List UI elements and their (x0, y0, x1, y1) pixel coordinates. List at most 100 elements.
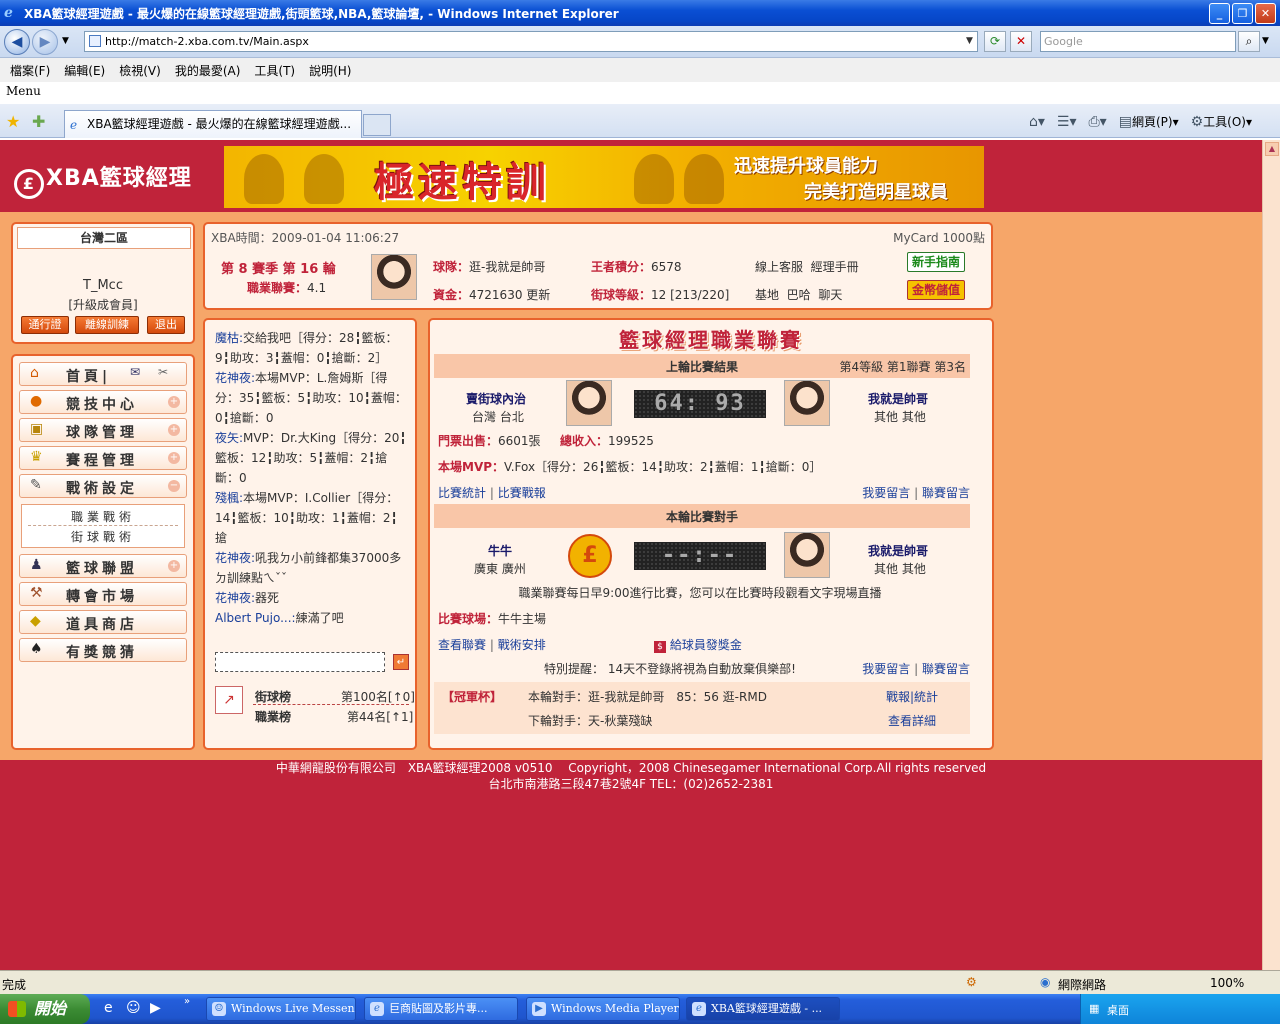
search-input[interactable]: Google (1040, 31, 1236, 52)
collapse-icon[interactable]: − (168, 480, 180, 492)
expand-icon[interactable]: + (168, 396, 180, 408)
match-stats-link[interactable]: 比賽統計 (438, 486, 486, 500)
maximize-button[interactable]: ❐ (1232, 2, 1253, 24)
next-away-team[interactable]: 我就是帥哥 (868, 542, 928, 559)
home-icon[interactable]: ⌂▾ (1029, 114, 1045, 130)
manual-link[interactable]: 經理手冊 (811, 260, 859, 274)
add-favorite-icon[interactable]: ✚ (32, 112, 45, 131)
submenu-pro-tactics[interactable]: 職業戰術 (22, 508, 184, 525)
bahamut-link[interactable]: 巴哈 (787, 288, 811, 302)
tab-xba[interactable]: e XBA籃球經理遊戲 - 最火爆的在線籃球經理遊戲... (64, 110, 362, 138)
search-icon[interactable]: ⌕ (1238, 31, 1260, 52)
taskbar-item-forum[interactable]: e 巨商貼圖及影片專... (364, 997, 518, 1021)
leave-message-link[interactable]: 我要留言 (862, 662, 910, 676)
chat-link[interactable]: 聊天 (818, 288, 842, 302)
menu-tools[interactable]: 工具(T) (254, 62, 295, 79)
taskbar-item-messenger[interactable]: ☺ Windows Live Messen... (206, 997, 356, 1021)
team-logo-icon[interactable]: £ (568, 534, 612, 578)
gold-topup-button[interactable]: 金幣儲值 (907, 280, 965, 300)
list-item[interactable]: 夜矢:MVP：Dr.大King［得分：20╏籃板：12╏助攻：5╏蓋帽：2╏搶斷… (215, 431, 407, 485)
expand-icon[interactable]: + (168, 452, 180, 464)
list-item[interactable]: 花神夜:本場MVP：L.詹姆斯［得分：35╏籃板：5╏助攻：10╏蓋帽：0╏搶斷… (215, 371, 407, 425)
refresh-icon[interactable]: ⟳ (984, 31, 1006, 52)
minimize-button[interactable]: _ (1209, 2, 1230, 24)
last-home-team[interactable]: 賣街球內治 (466, 390, 526, 407)
beginner-guide-button[interactable]: 新手指南 (907, 252, 965, 272)
banner-ad[interactable]: 極速特訓 迅速提升球員能力 完美打造明星球員 (224, 146, 984, 208)
taskbar-item-xba[interactable]: e XBA籃球經理遊戲 - ... (686, 997, 840, 1021)
street-rank-label[interactable]: 街球榜 (255, 688, 291, 705)
messenger-quicklaunch-icon[interactable]: ☺ (126, 1000, 141, 1016)
expand-icon[interactable]: + (168, 424, 180, 436)
leave-message-link[interactable]: 我要留言 (862, 486, 910, 500)
address-input[interactable]: http://match-2.xba.com.tv/Main.aspx (84, 31, 978, 52)
sidebar-item-team[interactable]: ▣ 球隊管理 + (19, 418, 187, 442)
upgrade-link[interactable]: [升級成會員] (13, 296, 193, 313)
league-message-link[interactable]: 聯賽留言 (922, 486, 970, 500)
tools-icon[interactable]: ✂ (158, 365, 168, 379)
sidebar-item-home[interactable]: ⌂ 首頁| ✉ ✂ (19, 362, 187, 386)
away-team-avatar[interactable] (784, 380, 830, 426)
away-team-avatar[interactable] (784, 532, 830, 578)
sidebar-item-shop[interactable]: ◆ 道具商店 (19, 610, 187, 634)
sidebar-item-tactics[interactable]: ✎ 戰術設定 − (19, 474, 187, 498)
feeds-icon[interactable]: ☰▾ (1057, 114, 1077, 130)
taskbar-item-mediaplayer[interactable]: ▶ Windows Media Player (526, 997, 680, 1021)
print-icon[interactable]: ⎙▾ (1088, 114, 1106, 130)
back-button[interactable]: ◀ (4, 29, 30, 55)
page-menu[interactable]: ▤網頁(P)▾ (1119, 113, 1179, 130)
desktop-toolbar-label[interactable]: 桌面 (1107, 1002, 1129, 1018)
start-button[interactable]: 開始 (0, 994, 90, 1024)
stop-icon[interactable]: ✕ (1010, 31, 1032, 52)
match-report-link[interactable]: 比賽戰報 (498, 486, 546, 500)
menu-edit[interactable]: 編輯(E) (64, 62, 105, 79)
sidebar-item-arena[interactable]: ● 競技中心 + (19, 390, 187, 414)
tools-menu[interactable]: ⚙工具(O)▾ (1191, 113, 1252, 130)
next-home-team[interactable]: 牛牛 (488, 542, 512, 559)
security-icon[interactable]: ⚙ (966, 975, 977, 989)
logout-button[interactable]: 退出 (147, 316, 185, 334)
menu-file[interactable]: 檔案(F) (10, 62, 50, 79)
scroll-up-icon[interactable]: ▲ (1265, 142, 1279, 156)
history-dropdown-icon[interactable]: ▼ (62, 36, 69, 46)
mediaplayer-quicklaunch-icon[interactable]: ▶ (150, 1000, 161, 1016)
expand-icon[interactable]: + (168, 560, 180, 572)
list-item[interactable]: 花神夜:器死 (215, 591, 279, 605)
refresh-link[interactable]: 更新 (526, 288, 550, 302)
favorites-star-icon[interactable]: ★ (6, 112, 20, 131)
ie-quicklaunch-icon[interactable]: e (104, 1000, 113, 1016)
new-tab-button[interactable] (363, 114, 391, 136)
view-league-link[interactable]: 查看聯賽 (438, 638, 486, 652)
sidebar-item-schedule[interactable]: ♛ 賽程管理 + (19, 446, 187, 470)
pro-rank-label[interactable]: 職業榜 (255, 708, 291, 725)
offline-training-button[interactable]: 離線訓練 (75, 316, 139, 334)
sidebar-item-league[interactable]: ♟ 籃球聯盟 + (19, 554, 187, 578)
site-logo[interactable]: £ XBA籃球經理 (14, 160, 192, 199)
cup-detail-link[interactable]: 查看詳細 (888, 712, 936, 729)
vertical-scrollbar[interactable]: ▲ (1262, 140, 1280, 970)
list-item[interactable]: Albert Pujo...:練滿了吧 (215, 611, 344, 625)
menu-view[interactable]: 檢視(V) (119, 62, 161, 79)
mycard-balance[interactable]: MyCard 1000點 (893, 229, 985, 246)
list-item[interactable]: 魔枯:交給我吧［得分：28╏籃板：9╏助攻：3╏蓋帽：0╏搶斷：2］ (215, 331, 398, 365)
search-dropdown-icon[interactable]: ▼ (1262, 36, 1269, 46)
cup-report-link[interactable]: 戰報|統計 (886, 688, 938, 705)
mail-icon[interactable]: ✉ (130, 365, 140, 379)
menu-help[interactable]: 說明(H) (309, 62, 351, 79)
tactics-arrange-link[interactable]: 戰術安排 (498, 638, 546, 652)
manager-avatar[interactable] (371, 254, 417, 300)
sidebar-item-transfer[interactable]: ⚒ 轉會市場 (19, 582, 187, 606)
close-button[interactable]: ✕ (1255, 2, 1276, 24)
address-dropdown-icon[interactable]: ▼ (962, 32, 977, 51)
base-link[interactable]: 基地 (755, 288, 779, 302)
desktop-icon[interactable]: ▦ (1089, 1002, 1099, 1015)
forward-button[interactable]: ▶ (32, 29, 58, 55)
bonus-link[interactable]: $ 給球員發獎金 (654, 636, 742, 653)
send-icon[interactable]: ↵ (393, 654, 409, 670)
league-message-link[interactable]: 聯賽留言 (922, 662, 970, 676)
last-away-team[interactable]: 我就是帥哥 (868, 390, 928, 407)
passport-button[interactable]: 通行證 (21, 316, 69, 334)
submenu-street-tactics[interactable]: 街球戰術 (22, 528, 184, 545)
list-item[interactable]: 殘楓:本場MVP：I.Collier［得分：14╏籃板：10╏助攻：1╏蓋帽：2… (215, 491, 398, 545)
list-item[interactable]: 花神夜:吼我ㄉ小前鋒都集37000多ㄉ訓練點ㄟˇˇ (215, 551, 401, 585)
